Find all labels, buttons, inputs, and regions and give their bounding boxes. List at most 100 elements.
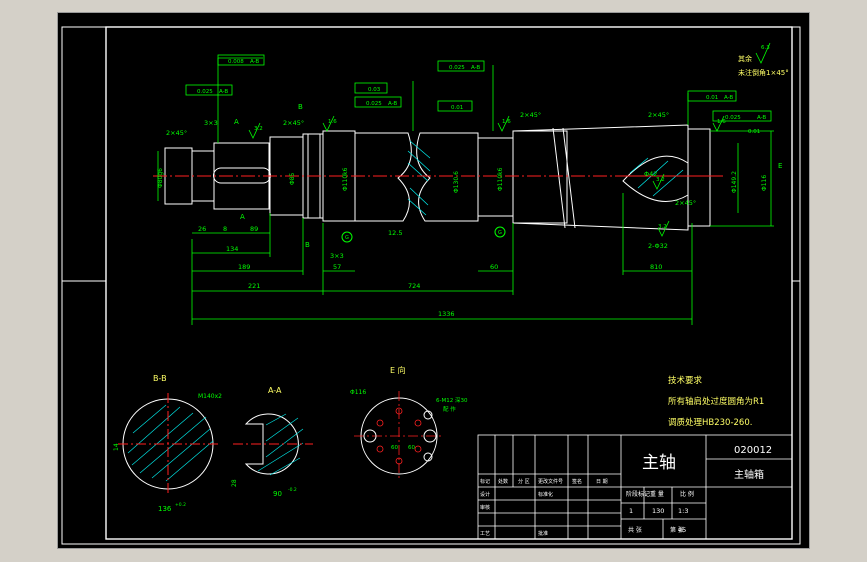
rough-4: 1.6 (717, 119, 726, 125)
bb-title: B-B (153, 374, 167, 383)
dim-57: 57 (333, 263, 341, 271)
e-holes: 6-M12 深30 (436, 396, 468, 404)
dim-134: 134 (226, 245, 238, 253)
tech-req-line1: 所有轴肩处过度圆角为R1 (668, 396, 764, 407)
aa-tol: -0.2 (288, 487, 297, 493)
tol-1: 0.008 (228, 59, 244, 65)
label-section-b2: B (305, 241, 310, 249)
dim-221: 221 (248, 282, 260, 290)
stage-label: 阶段标记 (626, 490, 650, 498)
tol-1-datum: A-B (250, 59, 259, 65)
dia-5: Φ110k6 (497, 167, 504, 191)
row1-c6: 日 期 (596, 479, 608, 485)
engineering-drawing: 0.008 A-B 0.025 A-B 0.03 0.025 A-B 0.025… (61, 26, 801, 545)
e-dim3: 60 (408, 445, 415, 451)
sheet-outer-border (61, 26, 801, 545)
row1-c1: 标记 (480, 478, 490, 485)
dim-chamfer-1: 2×45° (166, 129, 187, 137)
quantity: 1 (629, 507, 633, 515)
sheet-of-label: 第 张 (670, 526, 684, 534)
dim-2x45: 2×45° (675, 199, 696, 207)
weight: 130 (652, 507, 664, 515)
label-section-b: B (298, 103, 303, 111)
e-dim: Φ116 (350, 389, 366, 396)
roughness-symbols (248, 42, 771, 237)
sheet-label: 共 张 (628, 526, 642, 534)
datum-g-2: G (498, 230, 502, 236)
bb-dim-bottom: 136 (158, 505, 172, 513)
section-a-a: A-A 90 -0.2 28 (231, 386, 313, 498)
tol-9: 0.01 (748, 129, 760, 135)
rough-general: 6.3 (761, 45, 770, 51)
dim-12-5: 12.5 (388, 229, 402, 237)
row4-c1: 工艺 (480, 531, 490, 537)
tol-8-datum: A-B (757, 115, 766, 121)
note-others: 其余 (738, 54, 752, 63)
dim-189: 189 (238, 263, 250, 271)
dim-89: 89 (250, 225, 258, 233)
dim-chamfer-3: 2×45° (520, 111, 541, 119)
dim-724: 724 (408, 282, 420, 290)
row2-c4: 标准化 (538, 491, 553, 498)
tol-3: 0.03 (368, 87, 381, 93)
tol-5-datum: A-B (471, 65, 480, 71)
label-view-e: E (778, 162, 782, 170)
aa-side: 28 (231, 479, 238, 487)
row4-c4: 批准 (538, 530, 548, 537)
view-e: E 向 Φ116 6-M12 深30 配 作 60 60 (350, 365, 468, 481)
e-holes-note: 配 作 (443, 405, 456, 413)
datum-g-1: G (345, 235, 349, 241)
dim-chamfer-4: 2×45° (648, 111, 669, 119)
part-name: 主轴 (642, 453, 676, 473)
bb-side: 14 (113, 443, 120, 451)
rough-3: 1.6 (502, 119, 511, 125)
row2-c1: 设计 (480, 491, 490, 498)
weight-label: 重 量 (650, 490, 664, 498)
tol-5: 0.025 (449, 65, 465, 71)
tech-req-line2: 调质处理HB230-260. (668, 417, 752, 428)
dim-overall: 1336 (438, 310, 455, 318)
bb-dim-top: M140x2 (198, 393, 222, 400)
tol-4: 0.025 (366, 101, 382, 107)
dia-right: Φ116 (761, 175, 768, 191)
shaft-main-view (164, 124, 711, 231)
dim-3x3-b: 3×3 (330, 252, 344, 260)
aa-title: A-A (268, 386, 282, 395)
tol-4-datum: A-B (388, 101, 397, 107)
e-title: E 向 (390, 365, 406, 375)
tol-7: 0.01 (706, 95, 718, 101)
tol-2-datum: A-B (219, 89, 228, 95)
dim-8: 8 (223, 225, 227, 233)
dim-chamfer-2: 2×45° (283, 119, 304, 127)
drawing-viewport[interactable]: 0.008 A-B 0.025 A-B 0.03 0.025 A-B 0.025… (57, 12, 810, 549)
section-hatching (407, 140, 684, 216)
technical-requirements: 技术要求 所有轴肩处过度圆角为R1 调质处理HB230-260. (668, 375, 764, 428)
dia-2: Φ85 (289, 172, 296, 185)
dim-2-phi32: 2-Φ32 (648, 242, 668, 250)
rough-2: 1.6 (328, 119, 337, 125)
dim-3x3-a: 3×3 (204, 119, 218, 127)
row3-c1: 审核 (480, 504, 490, 511)
section-b-b: B-B M140x2 136 +0.2 14 (113, 374, 222, 513)
assembly-name: 主轴箱 (734, 468, 764, 481)
tech-req-title: 技术要求 (668, 375, 703, 386)
rough-1: 3.2 (254, 126, 263, 132)
dia-4: Φ130.6 (453, 171, 460, 193)
tol-7-datum: A-B (724, 95, 733, 101)
dimension-text: 1336 221 724 189 134 57 60 810 26 8 89 3… (166, 111, 696, 318)
rough-5: 3.2 (658, 224, 667, 230)
datum-circles (341, 226, 506, 243)
drawing-number: 020012 (734, 445, 772, 456)
tol-2: 0.025 (197, 89, 213, 95)
dim-810: 810 (650, 263, 662, 271)
scale: 1:3 (678, 507, 688, 515)
dim-60: 60 (490, 263, 498, 271)
row1-c5: 签名 (572, 478, 582, 485)
aa-dim-bottom: 90 (273, 490, 282, 498)
tol-6: 0.01 (451, 105, 463, 111)
rough-6: 3.2 (656, 177, 665, 183)
note-chamfer: 未注倒角1×45° (738, 68, 789, 77)
label-section-a2: A (240, 213, 245, 221)
dia-6: Φ149.2 (731, 171, 738, 193)
dia-left: Φ80g6 (157, 168, 164, 188)
